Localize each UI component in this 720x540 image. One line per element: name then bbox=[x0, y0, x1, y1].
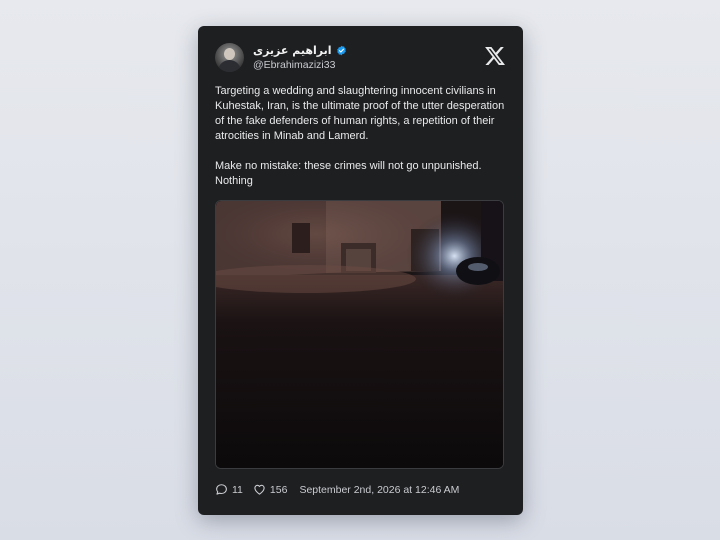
heart-icon bbox=[254, 484, 265, 495]
like-count: 156 bbox=[269, 483, 288, 496]
tweet-paragraph: Targeting a wedding and slaughtering inn… bbox=[215, 85, 505, 142]
author-handle[interactable]: @Ebrahimazizi33 bbox=[253, 59, 335, 71]
like-stat[interactable]: 156 bbox=[253, 483, 288, 496]
avatar-head bbox=[224, 48, 235, 60]
reply-bubble-icon bbox=[216, 484, 227, 495]
author-avatar[interactable] bbox=[215, 43, 244, 72]
tweet-paragraph: Make no mistake: these crimes will not g… bbox=[215, 160, 482, 187]
author-display-name[interactable]: ابراهیم عزیزی bbox=[253, 44, 332, 57]
author-name-row: ابراهیم عزیزی bbox=[253, 44, 347, 57]
tweet-card: ابراهیم عزیزی @Ebrahimazizi33 Targeting … bbox=[198, 26, 523, 515]
tweet-media-video[interactable] bbox=[215, 200, 504, 469]
verified-badge-icon bbox=[336, 45, 346, 56]
avatar-shoulders bbox=[218, 60, 241, 72]
tweet-text: Targeting a wedding and slaughtering inn… bbox=[215, 84, 510, 189]
reply-count: 11 bbox=[232, 483, 243, 496]
tweet-footer: 11 156 September 2nd, 2026 at 12:46 AM bbox=[215, 483, 459, 496]
night-street-video-frame bbox=[216, 201, 503, 468]
x-logo-icon[interactable] bbox=[485, 46, 505, 66]
tweet-timestamp[interactable]: September 2nd, 2026 at 12:46 AM bbox=[299, 484, 459, 496]
reply-stat[interactable]: 11 bbox=[215, 483, 243, 496]
